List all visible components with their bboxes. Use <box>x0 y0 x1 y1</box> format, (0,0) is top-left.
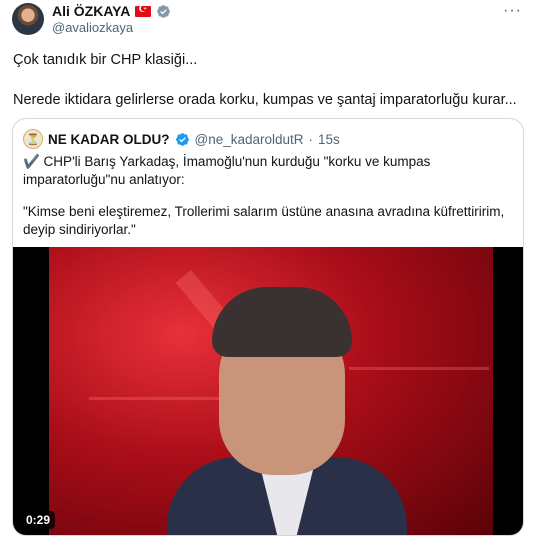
quoted-paragraph-1: ✔️ CHP'li Barış Yarkadaş, İmamoğlu'nun k… <box>23 154 431 187</box>
verified-badge-icon <box>175 132 189 146</box>
quoted-tweet-card[interactable]: ⏳ NE KADAR OLDU? @ne_kadaroldutR · 15s ✔… <box>12 118 524 536</box>
verified-badge-icon[interactable] <box>156 4 171 19</box>
tweet-text-line-2: Nerede iktidara gelirlerse orada korku, … <box>13 92 517 108</box>
video-player[interactable]: 0:29 <box>13 247 523 535</box>
quoted-author-avatar[interactable]: ⏳ <box>23 129 43 149</box>
turkey-flag-icon <box>135 4 152 17</box>
tweet-text-line-1: Çok tanıdık bir CHP klasiği... <box>13 52 198 68</box>
quoted-tweet-time[interactable]: 15s <box>318 132 340 147</box>
video-frame <box>49 247 493 535</box>
quoted-author-name[interactable]: NE KADAR OLDU? <box>48 132 170 147</box>
author-avatar[interactable] <box>12 3 44 35</box>
speaker-image <box>167 287 407 535</box>
quoted-tweet-text: ✔️ CHP'li Barış Yarkadaş, İmamoğlu'nun k… <box>23 153 513 253</box>
more-options-icon[interactable]: ··· <box>503 2 522 20</box>
author-name-row: Ali ÖZKAYA <box>52 3 171 19</box>
meta-separator: · <box>308 131 314 147</box>
author-handle[interactable]: @avaliozkaya <box>52 20 133 35</box>
quoted-paragraph-2: "Kimse beni eleştiremez, Trollerimi sala… <box>23 204 505 237</box>
video-duration-badge: 0:29 <box>21 511 56 529</box>
quoted-tweet-header: ⏳ NE KADAR OLDU? @ne_kadaroldutR · 15s <box>23 129 340 149</box>
author-name[interactable]: Ali ÖZKAYA <box>52 3 130 19</box>
quoted-author-handle[interactable]: @ne_kadaroldutR <box>195 132 304 147</box>
